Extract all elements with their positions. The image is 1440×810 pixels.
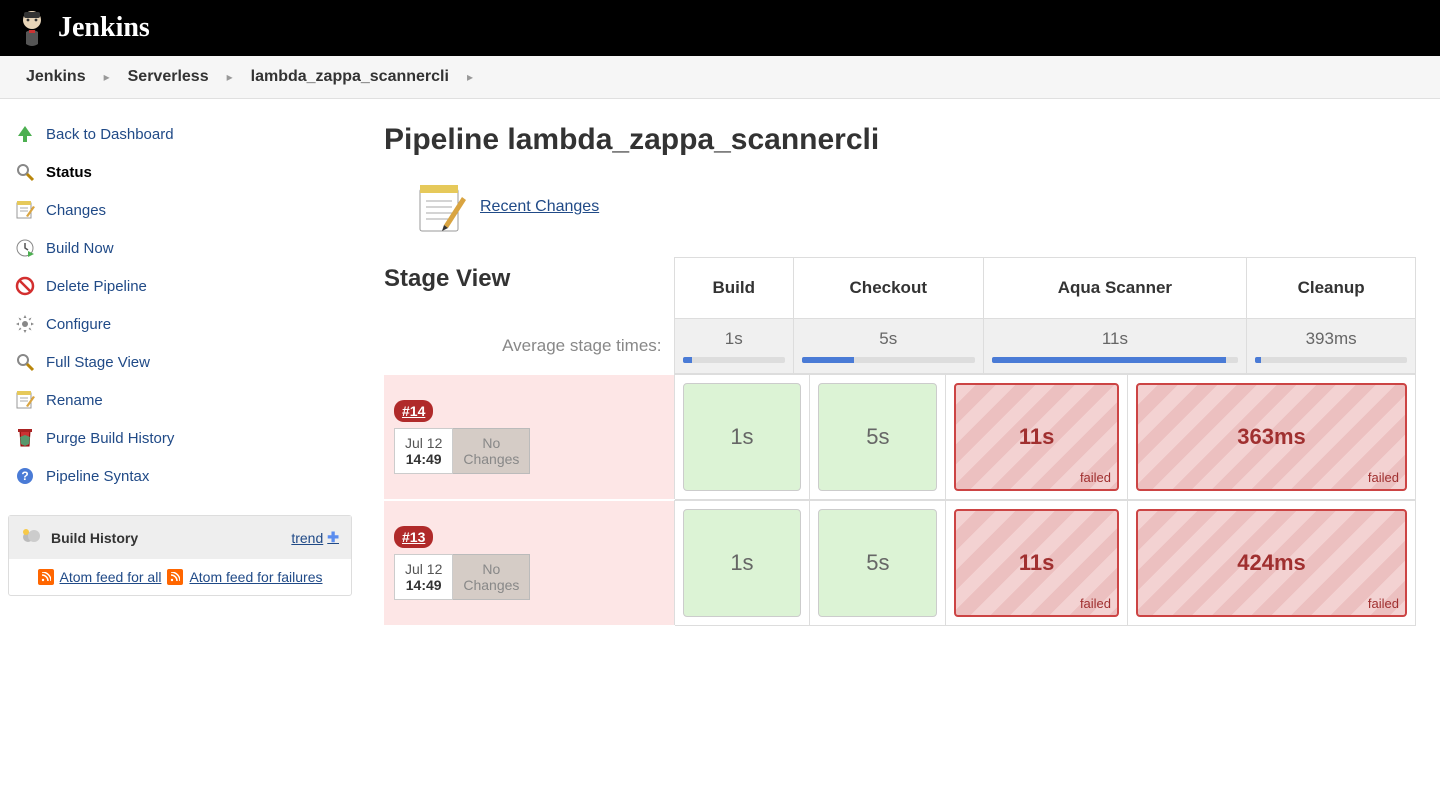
stage-cell[interactable]: 1s	[674, 375, 810, 500]
sidebar-item-status[interactable]: Status	[8, 153, 352, 191]
atom-feed-all-link[interactable]: Atom feed for all	[60, 569, 162, 585]
stage-cell-failed[interactable]: 363msfailed	[1128, 375, 1416, 500]
sidebar-item-label: Changes	[46, 202, 106, 219]
build-number-badge[interactable]: #13	[394, 526, 433, 548]
chevron-right-icon: ▸	[96, 70, 118, 84]
failed-label: failed	[1368, 470, 1399, 485]
page-title: Pipeline lambda_zappa_scannercli	[384, 123, 1416, 157]
stage-header: Aqua Scanner	[983, 258, 1247, 319]
sidebar-item-label: Build Now	[46, 240, 114, 257]
sidebar-item-purge-build-history[interactable]: Purge Build History	[8, 419, 352, 457]
build-date: Jul 1214:49	[394, 554, 453, 600]
product-name: Jenkins	[58, 12, 150, 44]
atom-feed-failures-link[interactable]: Atom feed for failures	[189, 569, 322, 585]
sidebar-item-label: Full Stage View	[46, 354, 150, 371]
sidebar-item-full-stage-view[interactable]: Full Stage View	[8, 343, 352, 381]
rss-icon	[167, 569, 183, 585]
sidebar-item-configure[interactable]: Configure	[8, 305, 352, 343]
breadcrumb-item[interactable]: Jenkins	[20, 68, 92, 86]
stage-cell-failed[interactable]: 11sfailed	[946, 375, 1128, 500]
sidebar-item-rename[interactable]: Rename	[8, 381, 352, 419]
stage-cell-failed[interactable]: 424msfailed	[1128, 501, 1416, 626]
help-icon: ?	[14, 465, 36, 487]
sidebar-item-delete-pipeline[interactable]: Delete Pipeline	[8, 267, 352, 305]
chevron-right-icon: ▸	[459, 70, 481, 84]
breadcrumb-item[interactable]: lambda_zappa_scannercli	[245, 68, 455, 86]
recent-changes-link[interactable]: Recent Changes	[480, 198, 599, 216]
build-history-title: Build History	[51, 530, 138, 546]
trash-shield-icon	[14, 427, 36, 449]
build-date: Jul 1214:49	[394, 428, 453, 474]
failed-label: failed	[1368, 596, 1399, 611]
build-history-panel: Build History trend ✚ Atom feed for all …	[8, 515, 352, 596]
build-number-badge[interactable]: #14	[394, 400, 433, 422]
rss-icon	[38, 569, 54, 585]
build-row-header: #14 Jul 1214:49NoChanges	[384, 375, 674, 500]
sv-head-lead	[384, 258, 674, 319]
sidebar-item-changes[interactable]: Changes	[8, 191, 352, 229]
avg-stage-time: 1s	[674, 319, 793, 374]
breadcrumb-item[interactable]: Serverless	[122, 68, 215, 86]
stage-cell-failed[interactable]: 11sfailed	[946, 501, 1128, 626]
build-changes: NoChanges	[453, 554, 530, 600]
sidebar-item-build-now[interactable]: Build Now	[8, 229, 352, 267]
stage-cell[interactable]: 1s	[674, 501, 810, 626]
sidebar-item-label: Configure	[46, 316, 111, 333]
stage-view-table: BuildCheckoutAqua ScannerCleanup Average…	[384, 257, 1416, 374]
svg-text:?: ?	[21, 469, 28, 483]
notepad-icon	[414, 181, 466, 233]
sidebar-item-pipeline-syntax[interactable]: ? Pipeline Syntax	[8, 457, 352, 495]
sidebar-item-label: Rename	[46, 392, 103, 409]
weather-icon	[21, 526, 41, 549]
sidebar-item-label: Back to Dashboard	[46, 126, 174, 143]
logo[interactable]: Jenkins	[16, 8, 150, 48]
main-content: Pipeline lambda_zappa_scannercli Recent …	[360, 99, 1440, 642]
avg-stage-time: 5s	[793, 319, 983, 374]
stage-header: Checkout	[793, 258, 983, 319]
failed-label: failed	[1080, 470, 1111, 485]
stage-header: Build	[674, 258, 793, 319]
clock-play-icon	[14, 237, 36, 259]
search-icon	[14, 161, 36, 183]
notepad-icon	[14, 199, 36, 221]
avg-stage-time: 11s	[983, 319, 1247, 374]
build-changes: NoChanges	[453, 428, 530, 474]
search-icon	[14, 351, 36, 373]
jenkins-logo-icon	[16, 8, 48, 48]
chevron-right-icon: ▸	[219, 70, 241, 84]
sidebar-item-label: Pipeline Syntax	[46, 468, 149, 485]
no-entry-icon	[14, 275, 36, 297]
gear-icon	[14, 313, 36, 335]
stage-header: Cleanup	[1247, 258, 1416, 319]
notepad-icon	[14, 389, 36, 411]
app-header: Jenkins	[0, 0, 1440, 56]
sidebar-item-back-to-dashboard[interactable]: Back to Dashboard	[8, 115, 352, 153]
arrow-up-icon	[14, 123, 36, 145]
sidebar-item-label: Purge Build History	[46, 430, 174, 447]
sidebar-item-label: Status	[46, 164, 92, 181]
sidebar-item-label: Delete Pipeline	[46, 278, 147, 295]
plus-icon: ✚	[327, 529, 339, 546]
stage-cell[interactable]: 5s	[810, 501, 946, 626]
avg-label: Average stage times:	[384, 319, 674, 374]
trend-link[interactable]: trend ✚	[291, 529, 339, 546]
build-row-header: #13 Jul 1214:49NoChanges	[384, 501, 674, 626]
breadcrumbs: Jenkins ▸ Serverless ▸ lambda_zappa_scan…	[0, 56, 1440, 99]
avg-stage-time: 393ms	[1247, 319, 1416, 374]
failed-label: failed	[1080, 596, 1111, 611]
sidebar: Back to Dashboard Status Changes Build Now D…	[0, 99, 360, 642]
stage-cell[interactable]: 5s	[810, 375, 946, 500]
